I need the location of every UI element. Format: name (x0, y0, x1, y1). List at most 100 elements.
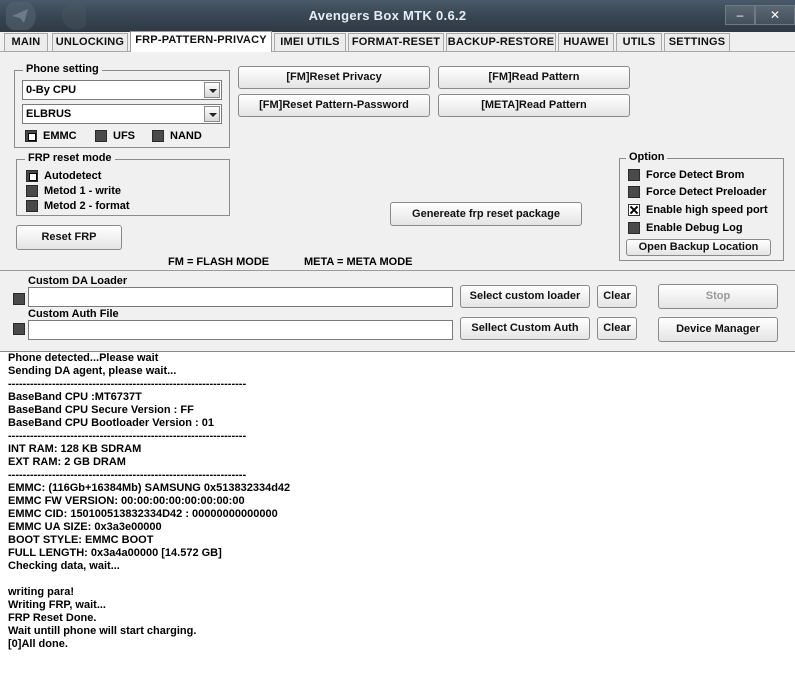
radio-checked-icon[interactable] (25, 130, 37, 142)
log-line: writing para! (8, 586, 75, 598)
checkbox-checked-icon[interactable] (628, 204, 640, 216)
storage-emmc-label: EMMC (43, 130, 77, 142)
tab-imei-utils[interactable]: IMEI UTILS (274, 33, 346, 51)
checkbox-unchecked-icon[interactable] (628, 222, 640, 234)
stop-button[interactable]: Stop (658, 284, 778, 309)
checkbox-unchecked-icon[interactable] (13, 293, 25, 305)
select-custom-loader-button[interactable]: Select custom loader (460, 285, 590, 308)
storage-nand-label: NAND (170, 130, 202, 142)
model-select[interactable]: ELBRUS (22, 104, 222, 124)
force-detect-preloader-checkbox[interactable]: Force Detect Preloader (628, 185, 778, 199)
generate-frp-package-button[interactable]: Genereate frp reset package (390, 202, 582, 226)
custom-auth-file-label: Custom Auth File (28, 308, 119, 320)
tab-huawei[interactable]: HUAWEI (558, 33, 614, 51)
fm-mode-note: FM = FLASH MODE (168, 256, 270, 268)
storage-emmc-radio[interactable]: EMMC (25, 129, 85, 143)
log-line: BOOT STYLE: EMMC BOOT (8, 534, 154, 546)
chevron-down-icon[interactable] (204, 82, 220, 98)
tab-settings[interactable]: SETTINGS (664, 33, 730, 51)
tab-frp-pattern-privacy[interactable]: FRP-PATTERN-PRIVACY (130, 31, 272, 52)
frp-autodetect-label: Autodetect (44, 170, 102, 182)
section-divider (0, 270, 795, 271)
enable-high-speed-port-checkbox[interactable]: Enable high speed port (628, 203, 778, 217)
radio-unchecked-icon[interactable] (26, 200, 38, 212)
tab-backup-restore[interactable]: BACKUP-RESTORE (446, 33, 556, 51)
log-line: Phone detected...Please wait (8, 352, 159, 364)
tab-format-reset[interactable]: FORMAT-RESET (348, 33, 444, 51)
force-detect-preloader-label: Force Detect Preloader (646, 186, 767, 198)
log-line: Writing FRP, wait... (8, 599, 106, 611)
enable-high-speed-port-label: Enable high speed port (646, 204, 768, 216)
custom-auth-file-checkbox[interactable] (13, 322, 27, 336)
frp-metod1-radio[interactable]: Metod 1 - write (26, 184, 186, 198)
tab-divider (0, 51, 795, 52)
phone-setting-title: Phone setting (23, 63, 102, 75)
log-line: FRP Reset Done. (8, 612, 97, 624)
storage-ufs-label: UFS (113, 130, 135, 142)
cpu-select[interactable]: 0-By CPU (22, 80, 222, 100)
log-line: EMMC CID: 150100513832334D42 : 000000000… (8, 508, 278, 520)
checkbox-unchecked-icon[interactable] (628, 169, 640, 181)
tab-utils[interactable]: UTILS (616, 33, 662, 51)
radio-unchecked-icon[interactable] (152, 130, 164, 142)
tab-unlocking[interactable]: UNLOCKING (52, 33, 128, 51)
title-bar: Avengers Box MTK 0.6.2 – ✕ (0, 0, 795, 32)
enable-debug-log-checkbox[interactable]: Enable Debug Log (628, 221, 778, 235)
frp-metod2-label: Metod 2 - format (44, 200, 130, 212)
custom-da-loader-checkbox[interactable] (13, 292, 27, 306)
custom-da-loader-input[interactable] (28, 287, 453, 307)
fm-reset-privacy-button[interactable]: [FM]Reset Privacy (238, 66, 430, 89)
cpu-select-value: 0-By CPU (26, 84, 77, 96)
log-line: BaseBand CPU Bootloader Version : 01 (8, 417, 214, 429)
reset-frp-button[interactable]: Reset FRP (16, 225, 122, 250)
frp-reset-mode-title: FRP reset mode (25, 152, 115, 164)
window-controls: – ✕ (725, 5, 795, 25)
frp-metod1-label: Metod 1 - write (44, 185, 122, 197)
log-line: BaseBand CPU :MT6737T (8, 391, 142, 403)
enable-debug-log-label: Enable Debug Log (646, 222, 743, 234)
frp-metod2-radio[interactable]: Metod 2 - format (26, 199, 186, 213)
device-manager-button[interactable]: Device Manager (658, 317, 778, 342)
tab-main[interactable]: MAIN (4, 33, 48, 51)
storage-nand-radio[interactable]: NAND (152, 129, 212, 143)
radio-unchecked-icon[interactable] (95, 130, 107, 142)
clear-auth-file-button[interactable]: Clear (597, 317, 637, 340)
fm-read-pattern-button[interactable]: [FM]Read Pattern (438, 66, 630, 89)
log-line: FULL LENGTH: 0x3a4a00000 [14.572 GB] (8, 547, 222, 559)
log-line: EMMC UA SIZE: 0x3a3e00000 (8, 521, 162, 533)
log-line: EMMC: (116Gb+16384Mb) SAMSUNG 0x51383233… (8, 482, 291, 494)
log-line: [0]All done. (8, 638, 68, 650)
log-line: ----------------------------------------… (8, 378, 247, 390)
model-select-value: ELBRUS (26, 108, 72, 120)
log-line: EXT RAM: 2 GB DRAM (8, 456, 126, 468)
custom-da-loader-label: Custom DA Loader (28, 275, 128, 287)
log-line: BaseBand CPU Secure Version : FF (8, 404, 194, 416)
clear-da-loader-button[interactable]: Clear (597, 285, 637, 308)
checkbox-unchecked-icon[interactable] (628, 186, 640, 198)
open-backup-location-button[interactable]: Open Backup Location (626, 239, 771, 256)
minimize-button[interactable]: – (725, 5, 755, 25)
log-line: Checking data, wait... (8, 560, 120, 572)
force-detect-brom-checkbox[interactable]: Force Detect Brom (628, 168, 778, 182)
custom-auth-file-input[interactable] (28, 320, 453, 340)
meta-read-pattern-button[interactable]: [META]Read Pattern (438, 94, 630, 117)
fm-reset-pattern-password-button[interactable]: [FM]Reset Pattern-Password (238, 94, 430, 117)
checkbox-unchecked-icon[interactable] (13, 323, 25, 335)
force-detect-brom-label: Force Detect Brom (646, 169, 745, 181)
radio-unchecked-icon[interactable] (26, 185, 38, 197)
log-output[interactable]: Phone detected...Please wait Sending DA … (0, 351, 795, 679)
chevron-down-icon[interactable] (204, 106, 220, 122)
frp-autodetect-radio[interactable]: Autodetect (26, 169, 186, 183)
log-line: EMMC FW VERSION: 00:00:00:00:00:00:00:00 (8, 495, 245, 507)
log-line: Wait untill phone will start charging. (8, 625, 197, 637)
radio-checked-icon[interactable] (26, 170, 38, 182)
window-title: Avengers Box MTK 0.6.2 (308, 8, 467, 23)
close-button[interactable]: ✕ (755, 5, 795, 25)
storage-ufs-radio[interactable]: UFS (95, 129, 145, 143)
log-line: ----------------------------------------… (8, 430, 247, 442)
log-line: INT RAM: 128 KB SDRAM (8, 443, 142, 455)
option-title: Option (626, 151, 668, 163)
select-custom-auth-button[interactable]: Sellect Custom Auth (460, 317, 590, 340)
log-line: ----------------------------------------… (8, 469, 247, 481)
